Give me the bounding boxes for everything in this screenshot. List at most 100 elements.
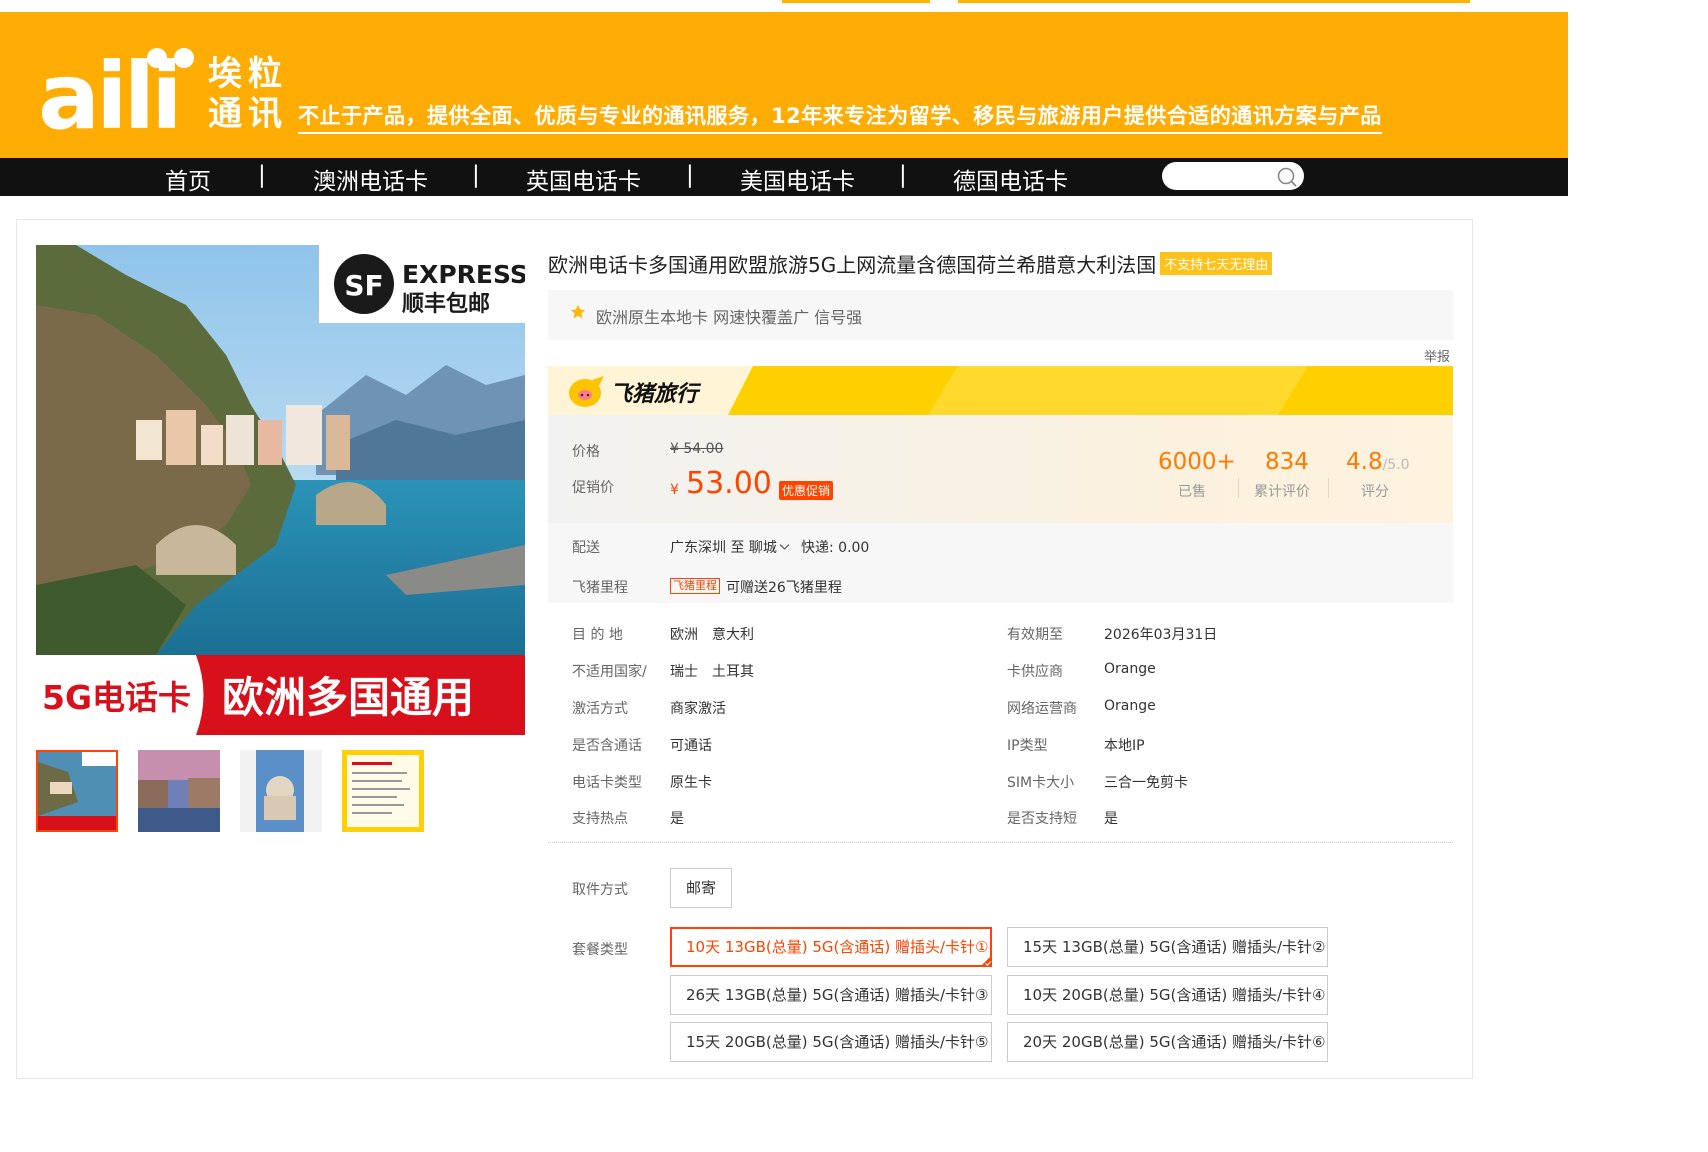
brand-slogan: 不止于产品，提供全面、优质与专业的通讯服务，12年来专注为留学、移民与旅游用户提… xyxy=(298,100,1382,134)
original-price: ¥ 54.00 xyxy=(670,441,724,457)
attr-label: 有效期至 xyxy=(1007,627,1063,643)
star-icon xyxy=(570,304,586,319)
nav-separator: | xyxy=(686,162,694,188)
delivery-route[interactable]: 广东深圳 至 聊城 xyxy=(670,537,790,557)
attr-label: 支持热点 xyxy=(572,811,628,827)
package-label: 套餐类型 xyxy=(572,942,628,958)
top-strip xyxy=(0,0,1568,12)
attr-value: 原生卡 xyxy=(670,775,712,791)
sold-count-label: 已售 xyxy=(1178,484,1206,500)
rating-value: 4.8 xyxy=(1346,449,1383,475)
brand-name-line2: 通讯 xyxy=(208,94,288,134)
attr-value: Orange xyxy=(1104,698,1156,714)
fliggy-logo-icon xyxy=(569,376,604,407)
price-label: 价格 xyxy=(572,444,600,460)
attr-value: 可通话 xyxy=(670,738,712,754)
attr-label: 是否支持短 xyxy=(1007,811,1077,827)
aili-logo[interactable]: aili xyxy=(38,46,198,130)
attr-label: 激活方式 xyxy=(572,701,628,717)
attr-value: 2026年03月31日 xyxy=(1104,627,1218,643)
attr-label: 目 的 地 xyxy=(572,627,623,643)
delivery-label: 配送 xyxy=(572,540,600,556)
fliggy-brand-text: 飞猪旅行 xyxy=(610,382,699,407)
banner-5g-text: 5G电话卡 xyxy=(42,678,191,717)
nav-item-home[interactable]: 首页 xyxy=(165,162,211,196)
mileage-tag: 飞猪里程 xyxy=(670,578,720,594)
banner-europe-text: 欧洲多国通用 xyxy=(222,673,474,722)
attr-value: 欧洲 意大利 xyxy=(670,627,754,643)
nav-separator: | xyxy=(258,162,266,188)
package-option[interactable]: 10天 20GB(总量) 5G(含通话) 赠插头/卡针④ xyxy=(1007,975,1328,1015)
rating-label: 评分 xyxy=(1361,484,1389,500)
attr-label: 是否含通话 xyxy=(572,738,642,754)
package-option[interactable]: 26天 13GB(总量) 5G(含通话) 赠插头/卡针③ xyxy=(670,975,992,1015)
divider xyxy=(548,842,1453,843)
sold-count-value: 6000+ xyxy=(1158,449,1236,475)
attr-value: Orange xyxy=(1104,661,1156,677)
review-count-label[interactable]: 累计评价 xyxy=(1254,481,1310,501)
sold-count: 6000+ xyxy=(1158,449,1236,475)
amalfi-coast-picture: SF EXPRESS 顺丰包邮 5G电话卡 欧洲多国通用 xyxy=(36,245,525,735)
nav-separator: | xyxy=(472,162,480,188)
top-strip-bar xyxy=(958,0,1470,3)
no-return-badge: 不支持七天无理由 xyxy=(1160,252,1273,275)
attr-label: 卡供应商 xyxy=(1007,664,1063,680)
report-link[interactable]: 举报 xyxy=(1424,346,1450,365)
selected-check-icon xyxy=(980,955,992,967)
thumbnail-3[interactable] xyxy=(240,750,322,832)
package-option[interactable]: 20天 20GB(总量) 5G(含通话) 赠插头/卡针⑥ xyxy=(1007,1022,1328,1062)
product-subtitle-box: 欧洲原生本地卡 网速快覆盖广 信号强 xyxy=(548,290,1453,340)
nav-item-australia-card[interactable]: 澳洲电话卡 xyxy=(313,162,428,196)
pickup-label: 取件方式 xyxy=(572,882,628,898)
mileage-label: 飞猪里程 xyxy=(572,580,628,596)
stat-divider xyxy=(1328,478,1329,498)
promo-price-label: 促销价 xyxy=(572,480,614,496)
promo-price: 53.00 xyxy=(686,466,772,501)
promo-tag: 优惠促销 xyxy=(779,481,834,500)
logo-text: aili xyxy=(38,46,179,130)
sf-logo-text: SF xyxy=(344,269,383,302)
top-strip-bar xyxy=(782,0,930,3)
search-icon[interactable] xyxy=(1274,166,1298,188)
attr-label: SIM卡大小 xyxy=(1007,775,1075,791)
attr-value: 商家激活 xyxy=(670,701,726,717)
review-count[interactable]: 834 xyxy=(1265,449,1309,475)
attr-label: 电话卡类型 xyxy=(572,775,642,791)
review-count-value: 834 xyxy=(1265,449,1309,475)
pickup-option-mail[interactable]: 邮寄 xyxy=(670,868,732,908)
express-fee: 快递: 0.00 xyxy=(801,540,870,556)
package-option[interactable]: 15天 13GB(总量) 5G(含通话) 赠插头/卡针② xyxy=(1007,927,1328,967)
mileage-value: 可赠送26飞猪里程 xyxy=(726,580,842,596)
site-header: aili 埃粒 通讯 不止于产品，提供全面、优质与专业的通讯服务，12年来专注为… xyxy=(0,12,1568,158)
rating-max: /5.0 xyxy=(1382,457,1410,473)
thumbnail-2[interactable] xyxy=(138,750,220,832)
nav-item-uk-card[interactable]: 英国电话卡 xyxy=(526,162,641,196)
attr-value: 瑞士 土耳其 xyxy=(670,664,754,680)
thumbnail-1[interactable] xyxy=(36,750,118,832)
sf-free-shipping-text: 顺丰包邮 xyxy=(402,291,490,317)
nav-item-germany-card[interactable]: 德国电话卡 xyxy=(953,162,1068,196)
nav-item-us-card[interactable]: 美国电话卡 xyxy=(740,162,855,196)
product-title-text: 欧洲电话卡多国通用欧盟旅游5G上网流量含德国荷兰希腊意大利法国 xyxy=(548,253,1157,277)
rating: 4.8/5.0 xyxy=(1346,449,1410,475)
attr-label: IP类型 xyxy=(1007,738,1048,754)
attr-value: 三合一免剪卡 xyxy=(1104,775,1188,791)
attr-value: 是 xyxy=(1104,811,1118,827)
main-nav: 首页 | 澳洲电话卡 | 英国电话卡 | 美国电话卡 | 德国电话卡 xyxy=(0,158,1568,196)
package-option-selected[interactable]: 10天 13GB(总量) 5G(含通话) 赠插头/卡针① xyxy=(670,927,992,967)
attr-label: 不适用国家/ xyxy=(572,664,647,680)
product-subtitle: 欧洲原生本地卡 网速快覆盖广 信号强 xyxy=(596,308,863,327)
attr-value: 本地IP xyxy=(1104,738,1145,754)
thumbnail-4[interactable] xyxy=(342,750,424,832)
nav-separator: | xyxy=(899,162,907,188)
chevron-down-icon[interactable] xyxy=(779,543,790,551)
package-option-label: 10天 13GB(总量) 5G(含通话) 赠插头/卡针① xyxy=(686,938,989,956)
attr-label: 网络运营商 xyxy=(1007,701,1077,717)
package-option[interactable]: 15天 20GB(总量) 5G(含通话) 赠插头/卡针⑤ xyxy=(670,1022,992,1062)
delivery-route-text: 广东深圳 至 聊城 xyxy=(670,540,777,556)
sf-express-text: EXPRESS xyxy=(402,260,525,289)
currency-symbol: ¥ xyxy=(670,482,679,498)
price-box xyxy=(548,415,1453,523)
product-main-image[interactable]: SF EXPRESS 顺丰包邮 5G电话卡 欧洲多国通用 xyxy=(36,245,525,735)
attr-value: 是 xyxy=(670,811,684,827)
